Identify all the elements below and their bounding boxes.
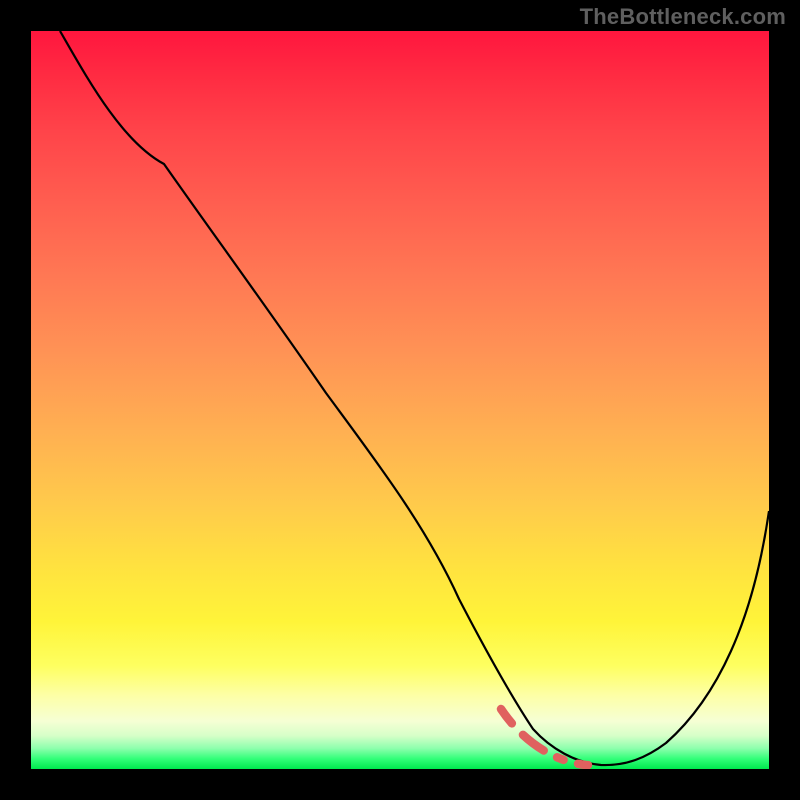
watermark-text: TheBottleneck.com <box>580 4 786 30</box>
gradient-plot-background <box>31 31 769 769</box>
chart-frame: TheBottleneck.com <box>0 0 800 800</box>
